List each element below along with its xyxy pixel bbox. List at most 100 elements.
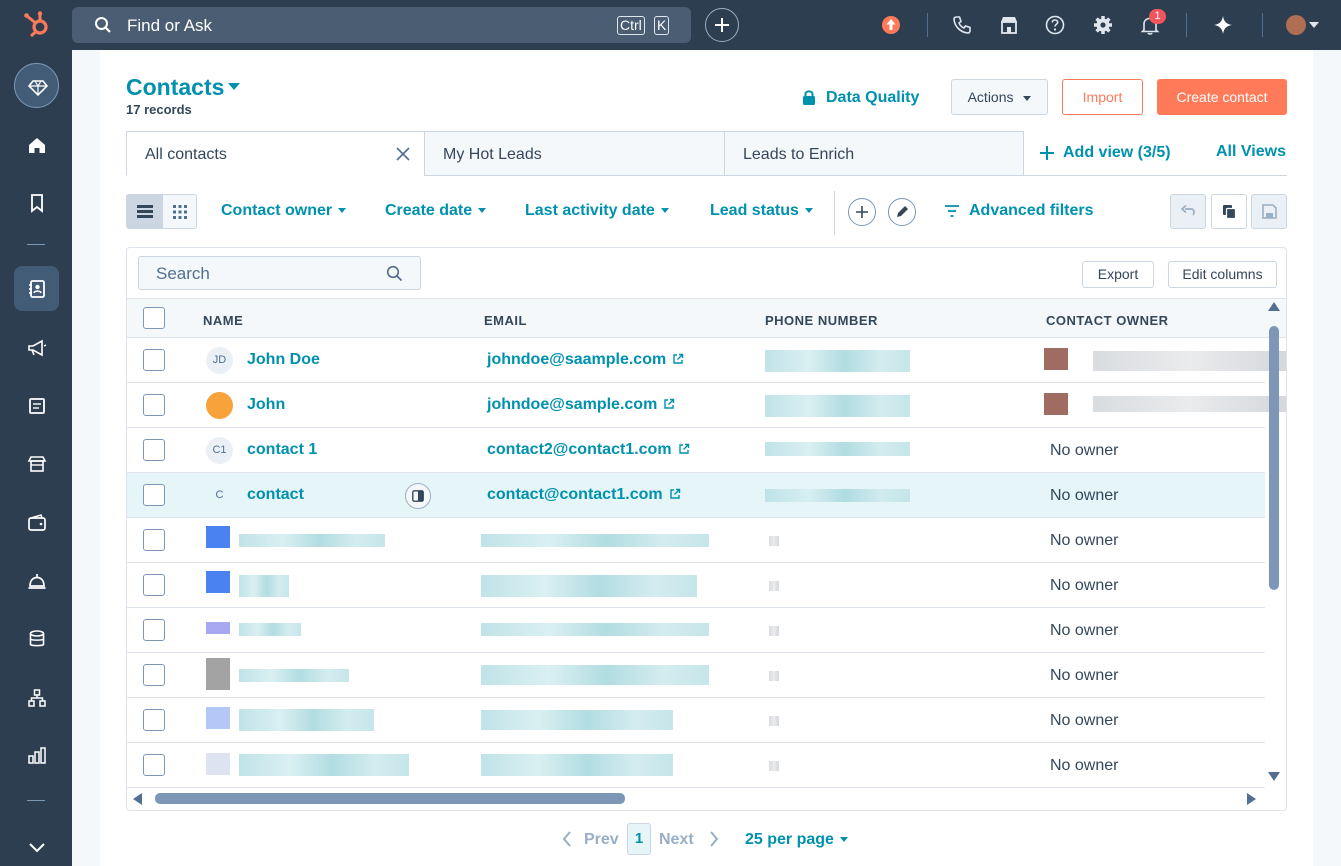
filter-last-activity-date[interactable]: Last activity date — [525, 202, 669, 220]
table-row[interactable]: C1 contact 1 contact2@contact1.com No ow… — [127, 428, 1265, 473]
row-checkbox[interactable] — [143, 574, 165, 596]
table-row[interactable]: No owner — [127, 518, 1265, 563]
row-checkbox[interactable] — [143, 349, 165, 371]
vertical-scrollbar[interactable] — [1267, 300, 1283, 786]
table-row[interactable]: No owner — [127, 698, 1265, 743]
filter-lead-status[interactable]: Lead status — [710, 202, 813, 220]
filter-create-date[interactable]: Create date — [385, 202, 487, 220]
row-checkbox[interactable] — [143, 529, 165, 551]
table-row[interactable]: C contact contact@contact1.com No owner — [127, 473, 1265, 518]
tab-leads-to-enrich[interactable]: Leads to Enrich — [724, 131, 1024, 176]
contact-email-link[interactable]: contact2@contact1.com — [487, 441, 690, 459]
user-avatar[interactable] — [1286, 15, 1306, 35]
marketplace-icon[interactable] — [998, 14, 1020, 36]
undo-button[interactable] — [1170, 194, 1206, 229]
contact-name-link[interactable]: John Doe — [247, 351, 320, 369]
edit-columns-button[interactable]: Edit columns — [1168, 261, 1277, 288]
actions-dropdown-button[interactable]: Actions — [951, 79, 1048, 115]
scroll-up-arrow-icon[interactable] — [1268, 302, 1280, 311]
duplicate-view-button[interactable] — [1211, 194, 1247, 229]
chevron-right-icon[interactable] — [709, 831, 719, 847]
all-views-link[interactable]: All Views — [1216, 143, 1286, 161]
upgrade-icon[interactable] — [880, 14, 902, 36]
phone-icon[interactable] — [951, 14, 973, 36]
vertical-scroll-thumb[interactable] — [1269, 326, 1279, 590]
table-row[interactable]: No owner — [127, 608, 1265, 653]
tab-all-contacts[interactable]: All contacts — [126, 131, 425, 176]
sidebar-item-data-management[interactable] — [14, 616, 59, 661]
row-checkbox[interactable] — [143, 709, 165, 731]
table-row[interactable]: No owner — [127, 563, 1265, 608]
sidebar-item-marketing[interactable] — [14, 325, 59, 370]
edit-filters-button[interactable] — [888, 198, 916, 226]
create-contact-button[interactable]: Create contact — [1157, 79, 1287, 115]
sidebar-item-content[interactable] — [14, 383, 59, 428]
contact-email-link[interactable]: contact@contact1.com — [487, 486, 681, 504]
hubspot-logo-icon[interactable] — [22, 10, 52, 40]
row-checkbox[interactable] — [143, 439, 165, 461]
scroll-left-arrow-icon[interactable] — [133, 793, 142, 805]
close-icon[interactable] — [396, 147, 410, 161]
sidebar-collapse-button[interactable] — [14, 824, 59, 866]
contact-initials-avatar: C — [215, 489, 224, 501]
row-checkbox[interactable] — [143, 394, 165, 416]
table-search-input[interactable]: Search — [138, 256, 421, 290]
quick-create-button[interactable] — [705, 8, 739, 42]
board-view-grid-icon[interactable] — [173, 205, 187, 219]
sidebar-item-bookmarks-hub[interactable] — [14, 63, 59, 108]
contact-email-link[interactable]: johndoe@sample.com — [487, 396, 675, 414]
column-header-phone[interactable]: PHONE NUMBER — [765, 313, 878, 328]
global-search-input[interactable]: Find or Ask Ctrl K — [72, 7, 691, 43]
sidebar-item-home[interactable] — [14, 122, 59, 167]
data-quality-link[interactable]: Data Quality — [826, 89, 919, 107]
column-header-name[interactable]: NAME — [203, 313, 243, 328]
import-button[interactable]: Import — [1062, 79, 1143, 115]
sidebar-item-service[interactable] — [14, 558, 59, 603]
settings-gear-icon[interactable] — [1092, 14, 1114, 36]
table-row[interactable]: JD John Doe johndoe@saample.com — [127, 338, 1286, 383]
advanced-filters-button[interactable]: Advanced filters — [969, 202, 1093, 220]
export-button[interactable]: Export — [1082, 261, 1154, 288]
row-checkbox[interactable] — [143, 619, 165, 641]
chevron-left-icon[interactable] — [562, 831, 572, 847]
help-icon[interactable] — [1044, 14, 1066, 36]
scroll-right-arrow-icon[interactable] — [1247, 793, 1256, 805]
page-title[interactable]: Contacts — [126, 74, 224, 101]
row-checkbox[interactable] — [143, 484, 165, 506]
add-view-button[interactable]: Add view (3/5) — [1063, 144, 1171, 162]
preview-record-button[interactable] — [405, 483, 431, 509]
sidebar-item-commerce[interactable] — [14, 500, 59, 545]
table-row[interactable]: No owner — [127, 653, 1265, 698]
caret-down-icon[interactable] — [228, 83, 240, 90]
next-page-button[interactable]: Next — [659, 831, 694, 849]
filter-contact-owner[interactable]: Contact owner — [221, 202, 347, 220]
contact-name-link[interactable]: contact 1 — [247, 441, 317, 459]
sidebar-item-sales[interactable] — [14, 441, 59, 486]
row-checkbox[interactable] — [143, 754, 165, 776]
column-header-contact-owner[interactable]: CONTACT OWNER — [1046, 313, 1169, 328]
add-filter-button[interactable] — [848, 198, 876, 226]
row-checkbox[interactable] — [143, 664, 165, 686]
sidebar-item-crm[interactable] — [14, 266, 59, 311]
chevron-down-icon[interactable] — [1309, 22, 1319, 29]
table-row[interactable]: John johndoe@sample.com — [127, 383, 1286, 428]
scroll-down-arrow-icon[interactable] — [1268, 772, 1280, 781]
prev-page-button[interactable]: Prev — [584, 831, 619, 849]
horizontal-scrollbar[interactable] — [127, 788, 1265, 810]
contact-name-link[interactable]: John — [247, 396, 285, 414]
contact-email-link[interactable]: johndoe@saample.com — [487, 351, 684, 369]
select-all-checkbox[interactable] — [143, 307, 165, 329]
current-page-number[interactable]: 1 — [627, 823, 651, 855]
sidebar-item-reporting[interactable] — [14, 733, 59, 778]
per-page-dropdown[interactable]: 25 per page — [745, 831, 848, 849]
ai-sparkle-icon[interactable] — [1212, 14, 1234, 36]
sidebar-item-bookmarks[interactable] — [14, 180, 59, 225]
column-header-email[interactable]: EMAIL — [484, 313, 527, 328]
horizontal-scroll-thumb[interactable] — [155, 793, 625, 804]
table-view-button[interactable] — [127, 195, 163, 228]
contact-name-link[interactable]: contact — [247, 486, 304, 504]
table-row[interactable]: No owner — [127, 743, 1265, 788]
sidebar-item-automation[interactable] — [14, 675, 59, 720]
tab-my-hot-leads[interactable]: My Hot Leads — [424, 131, 725, 176]
save-view-button[interactable] — [1251, 194, 1287, 229]
